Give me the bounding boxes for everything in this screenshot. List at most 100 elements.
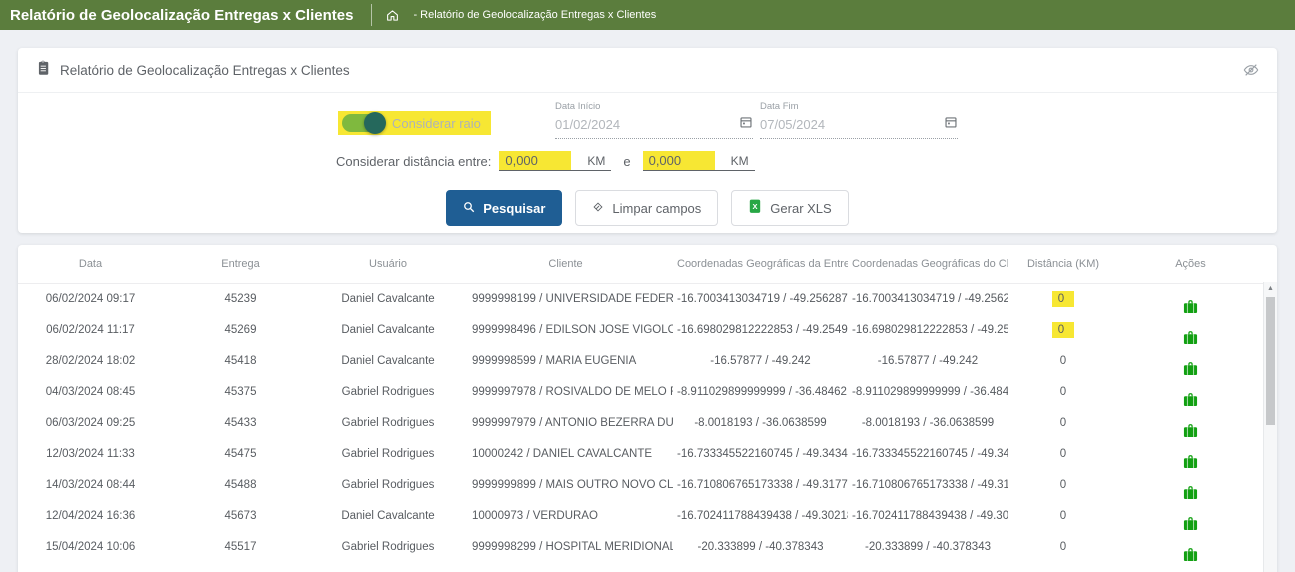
cell-usuario: Daniel Cavalcante [318, 501, 458, 532]
cell-acoes [1118, 315, 1263, 346]
panel-header: Relatório de Geolocalização Entregas x C… [18, 48, 1277, 93]
distance-max-input[interactable]: 0,000 [643, 151, 715, 170]
search-button-label: Pesquisar [483, 201, 545, 216]
cell-usuario: Daniel Cavalcante [318, 346, 458, 377]
cell-coord-entrega: -16.710806765173338 / -49.31778 [673, 470, 848, 501]
cell-coord-entrega: -16.7003413034719 / -49.256287 [673, 284, 848, 315]
top-header-bar: Relatório de Geolocalização Entregas x C… [0, 0, 1295, 30]
cell-entrega: 45475 [163, 439, 318, 470]
eraser-icon [592, 201, 604, 216]
cell-coord-entrega: -16.702411788439438 / -49.30218 [673, 501, 848, 532]
distance-value: 0 [1052, 322, 1074, 338]
filter-buttons-row: Pesquisar Limpar campos X Gerar XLS [18, 190, 1277, 226]
cell-coord-entrega: -20.333899 / -40.378343 [673, 532, 848, 563]
hide-panel-icon[interactable] [1243, 62, 1259, 78]
cell-acoes [1118, 408, 1263, 439]
delivery-briefcase-icon[interactable] [1183, 331, 1198, 346]
cell-distancia: 0 [1008, 377, 1118, 408]
toggle-label: Considerar raio [392, 116, 481, 131]
cell-acoes [1118, 439, 1263, 470]
cell-distancia: 0 [1008, 501, 1118, 532]
col-header-data: Data [18, 245, 163, 284]
cell-data: 28/02/2024 18:02 [18, 346, 163, 377]
clear-fields-button[interactable]: Limpar campos [575, 190, 718, 226]
table-scrollbar[interactable]: ▲ [1263, 282, 1277, 572]
calendar-icon[interactable] [739, 115, 753, 134]
cell-coord-cliente: -16.7003413034719 / -49.2562877 [848, 284, 1008, 315]
distance-max-field: 0,000 KM [643, 151, 755, 171]
search-button[interactable]: Pesquisar [446, 190, 562, 226]
date-end-field[interactable]: Data Fim 07/05/2024 [760, 101, 958, 139]
cell-data: 06/02/2024 09:17 [18, 284, 163, 315]
cell-acoes [1118, 532, 1263, 563]
cell-data: 15/04/2024 10:06 [18, 532, 163, 563]
delivery-briefcase-icon[interactable] [1183, 548, 1198, 563]
app-title: Relatório de Geolocalização Entregas x C… [10, 7, 353, 24]
date-end-label: Data Fim [760, 101, 958, 112]
distance-value: 0 [1060, 355, 1066, 367]
xls-file-icon: X [748, 199, 762, 217]
search-icon [463, 201, 475, 216]
distance-filter-row: Considerar distância entre: 0,000 KM e 0… [336, 151, 763, 171]
date-start-field[interactable]: Data Início 01/02/2024 [555, 101, 753, 139]
consider-radius-toggle-group[interactable]: Considerar raio [338, 111, 491, 135]
toggle-knob [364, 112, 386, 134]
cell-usuario: Gabriel Rodrigues [318, 439, 458, 470]
cell-coord-entrega: -16.57877 / -49.242 [673, 346, 848, 377]
cell-usuario: Daniel Cavalcante [318, 315, 458, 346]
delivery-briefcase-icon[interactable] [1183, 393, 1198, 408]
col-header-entrega: Entrega [163, 245, 318, 284]
cell-distancia: 0 [1008, 315, 1118, 346]
table-row: 06/02/2024 09:17 45239 Daniel Cavalcante… [18, 284, 1263, 315]
table-row: 12/04/2024 16:36 45673 Daniel Cavalcante… [18, 501, 1263, 532]
filter-body: Considerar raio Data Início 01/02/2024 D… [18, 93, 1277, 232]
cell-cliente: 9999998199 / UNIVERSIDADE FEDERAL DO RIO… [458, 284, 673, 315]
distance-value: 0 [1060, 479, 1066, 491]
scroll-up-arrow-icon[interactable]: ▲ [1264, 282, 1277, 296]
distance-min-unit: KM [571, 154, 611, 170]
cell-data: 12/04/2024 16:36 [18, 501, 163, 532]
cell-cliente: 9999998496 / EDILSON JOSE VIGOLO ME [458, 315, 673, 346]
delivery-briefcase-icon[interactable] [1183, 455, 1198, 470]
scrollbar-thumb[interactable] [1266, 297, 1275, 425]
consider-radius-toggle[interactable] [342, 114, 384, 132]
distance-value: 0 [1052, 291, 1074, 307]
cell-data: 06/02/2024 11:17 [18, 315, 163, 346]
cell-cliente: 9999997979 / ANTONIO BEZERRA DUARTE NETO [458, 408, 673, 439]
table-row: 12/03/2024 11:33 45475 Gabriel Rodrigues… [18, 439, 1263, 470]
delivery-briefcase-icon[interactable] [1183, 362, 1198, 377]
table-row: 06/03/2024 09:25 45433 Gabriel Rodrigues… [18, 408, 1263, 439]
distance-conjunction: e [623, 154, 630, 169]
header-divider [371, 4, 372, 26]
distance-value: 0 [1060, 417, 1066, 429]
delivery-briefcase-icon[interactable] [1183, 424, 1198, 439]
clear-button-label: Limpar campos [612, 201, 701, 216]
cell-distancia: 0 [1008, 470, 1118, 501]
delivery-briefcase-icon[interactable] [1183, 300, 1198, 315]
table-row: 28/02/2024 18:02 45418 Daniel Cavalcante… [18, 346, 1263, 377]
cell-distancia: 0 [1008, 284, 1118, 315]
date-end-value: 07/05/2024 [760, 117, 825, 132]
results-table-card: Data Entrega Usuário Cliente Coordenadas… [18, 245, 1277, 572]
generate-xls-button[interactable]: X Gerar XLS [731, 190, 848, 226]
delivery-briefcase-icon[interactable] [1183, 486, 1198, 501]
col-header-coord-cliente: Coordenadas Geográficas do Cliente [848, 245, 1008, 284]
panel-title: Relatório de Geolocalização Entregas x C… [60, 63, 1243, 78]
cell-cliente: 10000242 / DANIEL CAVALCANTE [458, 439, 673, 470]
cell-data: 06/03/2024 09:25 [18, 408, 163, 439]
cell-cliente: 9999998599 / MARIA EUGENIA [458, 346, 673, 377]
home-icon[interactable] [386, 9, 399, 22]
cell-coord-entrega: -16.733345522160745 / -49.3434 [673, 439, 848, 470]
cell-cliente: 9999998299 / HOSPITAL MERIDIONAL S.A [458, 532, 673, 563]
date-start-value: 01/02/2024 [555, 117, 620, 132]
xls-button-label: Gerar XLS [770, 201, 831, 216]
calendar-icon[interactable] [944, 115, 958, 134]
cell-coord-entrega: -8.911029899999999 / -36.48462 [673, 377, 848, 408]
delivery-briefcase-icon[interactable] [1183, 517, 1198, 532]
cell-coord-cliente: -8.911029899999999 / -36.4846218 [848, 377, 1008, 408]
cell-data: 14/03/2024 08:44 [18, 470, 163, 501]
cell-coord-cliente: -16.733345522160745 / -49.34347 [848, 439, 1008, 470]
distance-min-input[interactable]: 0,000 [499, 151, 571, 170]
breadcrumb: - Relatório de Geolocalização Entregas x… [413, 9, 656, 21]
cell-acoes [1118, 470, 1263, 501]
